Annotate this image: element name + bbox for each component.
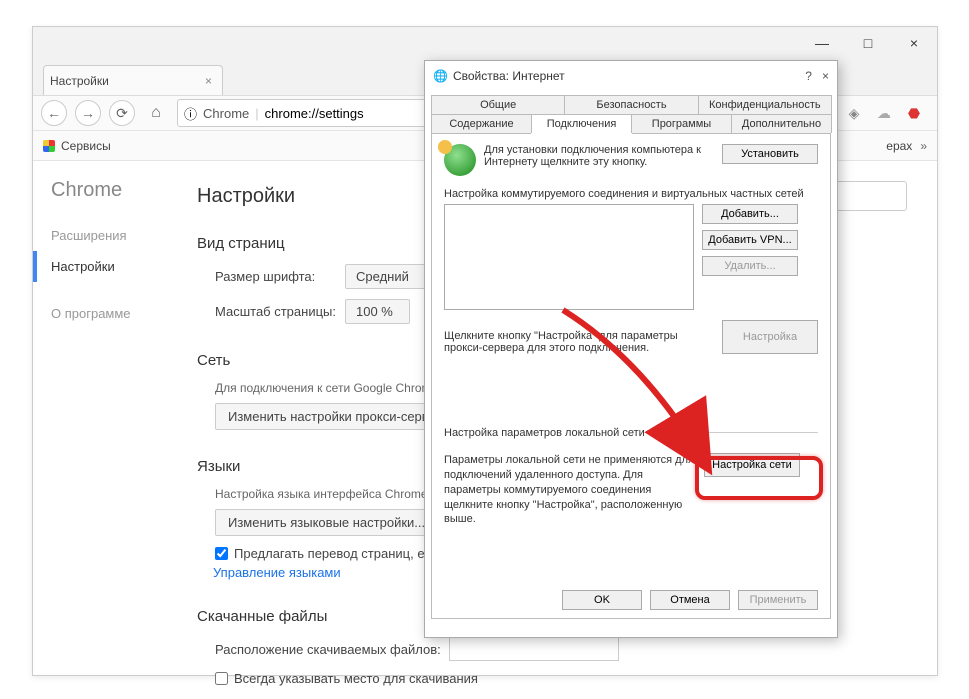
page-title: Настройки [197, 185, 295, 208]
internet-properties-dialog: 🌐 Свойства: Интернет ? × Общие Безопасно… [424, 60, 838, 638]
home-icon[interactable]: ⌂ [143, 100, 169, 126]
dialog-title: Свойства: Интернет [453, 69, 565, 83]
cloud-icon[interactable]: ☁ [875, 104, 893, 122]
font-size-label: Размер шрифта: [215, 269, 345, 284]
font-size-select[interactable]: Средний [345, 264, 426, 289]
offer-translate-label: Предлагать перевод страниц, если [234, 546, 446, 561]
sidebar-item-extensions[interactable]: Расширения [51, 220, 183, 251]
tab-advanced[interactable]: Дополнительно [731, 114, 832, 133]
brand-label: Chrome [51, 179, 183, 202]
page-zoom-select[interactable]: 100 % [345, 299, 410, 324]
dialog-footer: OK Отмена Применить [562, 590, 818, 610]
connections-heading: Настройка коммутируемого соединения и ви… [444, 188, 818, 200]
setup-button[interactable]: Установить [722, 144, 818, 164]
extension-icon[interactable]: ◈ [845, 104, 863, 122]
globe-icon [444, 144, 476, 176]
reload-button[interactable]: ⟳ [109, 100, 135, 126]
tab-title: Настройки [50, 74, 109, 88]
tab-content[interactable]: Содержание [431, 114, 532, 133]
dialog-close-icon[interactable]: × [822, 69, 829, 83]
always-ask-label: Всегда указывать место для скачивания [234, 671, 478, 686]
adblock-icon[interactable]: ⬣ [905, 104, 923, 122]
browser-tab[interactable]: Настройки × [43, 65, 223, 95]
proxy-note: Щелкните кнопку "Настройка" для параметр… [444, 330, 704, 354]
tab-connections[interactable]: Подключения [531, 114, 632, 133]
tab-security[interactable]: Безопасность [564, 95, 698, 114]
dialog-titlebar: 🌐 Свойства: Интернет ? × [425, 61, 837, 91]
delete-connection-button[interactable]: Удалить... [702, 256, 798, 276]
browser-titlebar: — □ × [33, 27, 937, 59]
dialog-tabs: Общие Безопасность Конфиденциальность Со… [425, 91, 837, 133]
tab-general[interactable]: Общие [431, 95, 565, 114]
window-maximize-icon[interactable]: □ [845, 28, 891, 58]
dialog-body: Для установки подключения компьютера к И… [431, 133, 831, 619]
chevron-right-icon[interactable]: » [920, 139, 927, 153]
bookmarks-label[interactable]: Сервисы [61, 139, 111, 153]
lan-heading: Настройка параметров локальной сети [444, 427, 651, 439]
sidebar-item-settings[interactable]: Настройки [33, 251, 183, 282]
window-minimize-icon[interactable]: — [799, 28, 845, 58]
lang-settings-button[interactable]: Изменить языковые настройки... [215, 509, 438, 536]
cancel-button[interactable]: Отмена [650, 590, 730, 610]
back-button[interactable]: ← [41, 100, 67, 126]
ok-button[interactable]: OK [562, 590, 642, 610]
add-vpn-button[interactable]: Добавить VPN... [702, 230, 798, 250]
info-icon: ⓘ [184, 104, 197, 123]
download-path-label: Расположение скачиваемых файлов: [215, 642, 441, 657]
dialog-help-icon[interactable]: ? [805, 69, 812, 83]
globe-small-icon: 🌐 [433, 69, 448, 83]
setup-text: Для установки подключения компьютера к И… [484, 144, 714, 168]
sidebar: Chrome Расширения Настройки О программе [33, 161, 183, 675]
url-chip: Chrome [203, 106, 249, 121]
apply-button[interactable]: Применить [738, 590, 818, 610]
tab-close-icon[interactable]: × [205, 74, 212, 88]
bookmarks-overflow[interactable]: ерах [886, 139, 912, 153]
add-connection-button[interactable]: Добавить... [702, 204, 798, 224]
forward-button[interactable]: → [75, 100, 101, 126]
page-zoom-label: Масштаб страницы: [215, 304, 345, 319]
always-ask-checkbox[interactable] [215, 672, 228, 685]
offer-translate-checkbox[interactable] [215, 547, 228, 560]
omnibox-url: chrome://settings [265, 106, 364, 121]
annotation-highlight [695, 456, 823, 500]
connection-settings-button[interactable]: Настройка [722, 320, 818, 354]
toolbar-right: ◈ ☁ ⬣ [839, 104, 929, 122]
tab-programs[interactable]: Программы [631, 114, 732, 133]
connections-list[interactable] [444, 204, 694, 310]
apps-icon[interactable] [43, 140, 55, 152]
window-close-icon[interactable]: × [891, 28, 937, 58]
lan-text: Параметры локальной сети не применяются … [444, 453, 694, 527]
download-path-input[interactable] [449, 637, 619, 661]
tab-privacy[interactable]: Конфиденциальность [698, 95, 832, 114]
sidebar-item-about[interactable]: О программе [51, 298, 183, 329]
